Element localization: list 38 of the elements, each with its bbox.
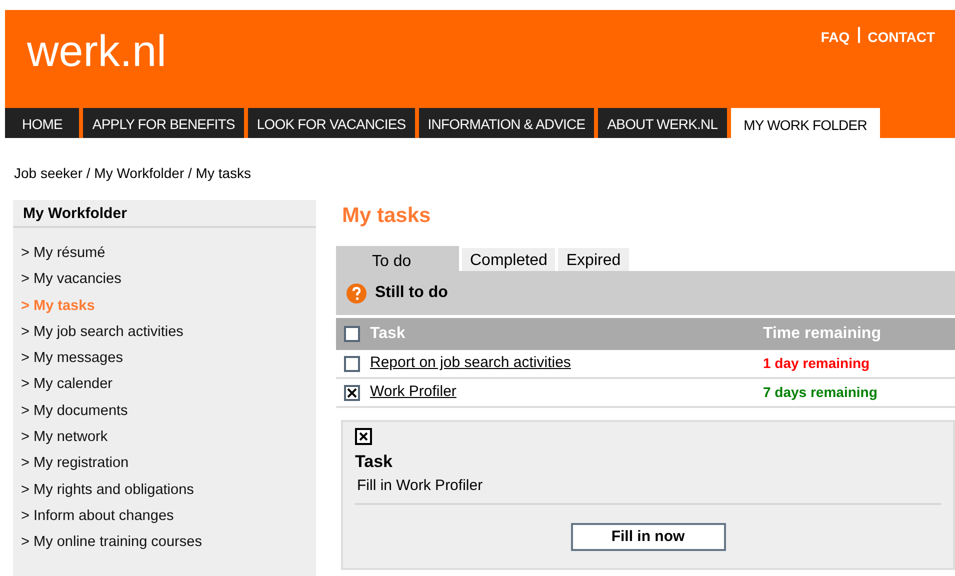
task-link[interactable]: Work Profiler — [370, 381, 456, 404]
sidebar-link[interactable]: > My messages — [21, 348, 123, 374]
sidebar-link[interactable]: > My rights and obligations — [21, 480, 194, 506]
page-title: My tasks — [341, 203, 431, 229]
task-heading: Task — [355, 451, 392, 473]
nav-tab[interactable]: ABOUT WERK.NL — [598, 108, 727, 138]
sidebar-link[interactable]: > My network — [21, 427, 108, 454]
nav-tab[interactable]: HOME — [5, 108, 80, 138]
nav-tab[interactable]: APPLY FOR BENEFITS — [83, 108, 244, 138]
nav-tab[interactable]: INFORMATION & ADVICE — [418, 108, 594, 138]
tab[interactable]: To do — [336, 246, 459, 271]
sidebar-title: My Workfolder — [13, 200, 316, 228]
sidebar-link[interactable]: > My documents — [21, 400, 128, 428]
section-title: Still to do — [375, 283, 448, 303]
sidebar-link[interactable]: > My job search activities — [21, 322, 184, 348]
sidebar-link[interactable]: > My online training courses — [21, 532, 202, 559]
time-remaining: 7 days remaining — [763, 383, 878, 402]
sidebar-link[interactable]: > My calender — [21, 374, 112, 401]
sidebar-link[interactable]: > My registration — [21, 453, 129, 480]
sidebar-link[interactable]: > My résumé — [21, 243, 106, 270]
tab[interactable]: Expired — [558, 248, 629, 271]
checkbox[interactable] — [344, 384, 360, 400]
column-header: Time remaining — [763, 324, 881, 344]
nav-tab[interactable]: LOOK FOR VACANCIES — [248, 108, 415, 138]
tab[interactable]: Completed — [462, 248, 556, 271]
sidebar-link[interactable]: > Inform about changes — [21, 506, 174, 532]
time-remaining: 1 day remaining — [763, 354, 870, 373]
column-header: Task — [370, 324, 406, 344]
sidebar-link[interactable]: > My vacancies — [21, 269, 122, 296]
checkbox[interactable] — [344, 356, 360, 372]
breadcrumb: Job seeker / My Workfolder / My tasks — [13, 164, 252, 183]
nav-tab[interactable]: MY WORK FOLDER — [730, 108, 880, 138]
fill-in-button[interactable]: Fill in now — [570, 523, 726, 551]
task-link[interactable]: Report on job search activities — [370, 352, 571, 375]
help-icon — [346, 282, 367, 304]
task-description: Fill in Work Profiler — [356, 476, 483, 496]
checkbox[interactable] — [344, 326, 360, 342]
close-icon[interactable] — [355, 428, 372, 445]
